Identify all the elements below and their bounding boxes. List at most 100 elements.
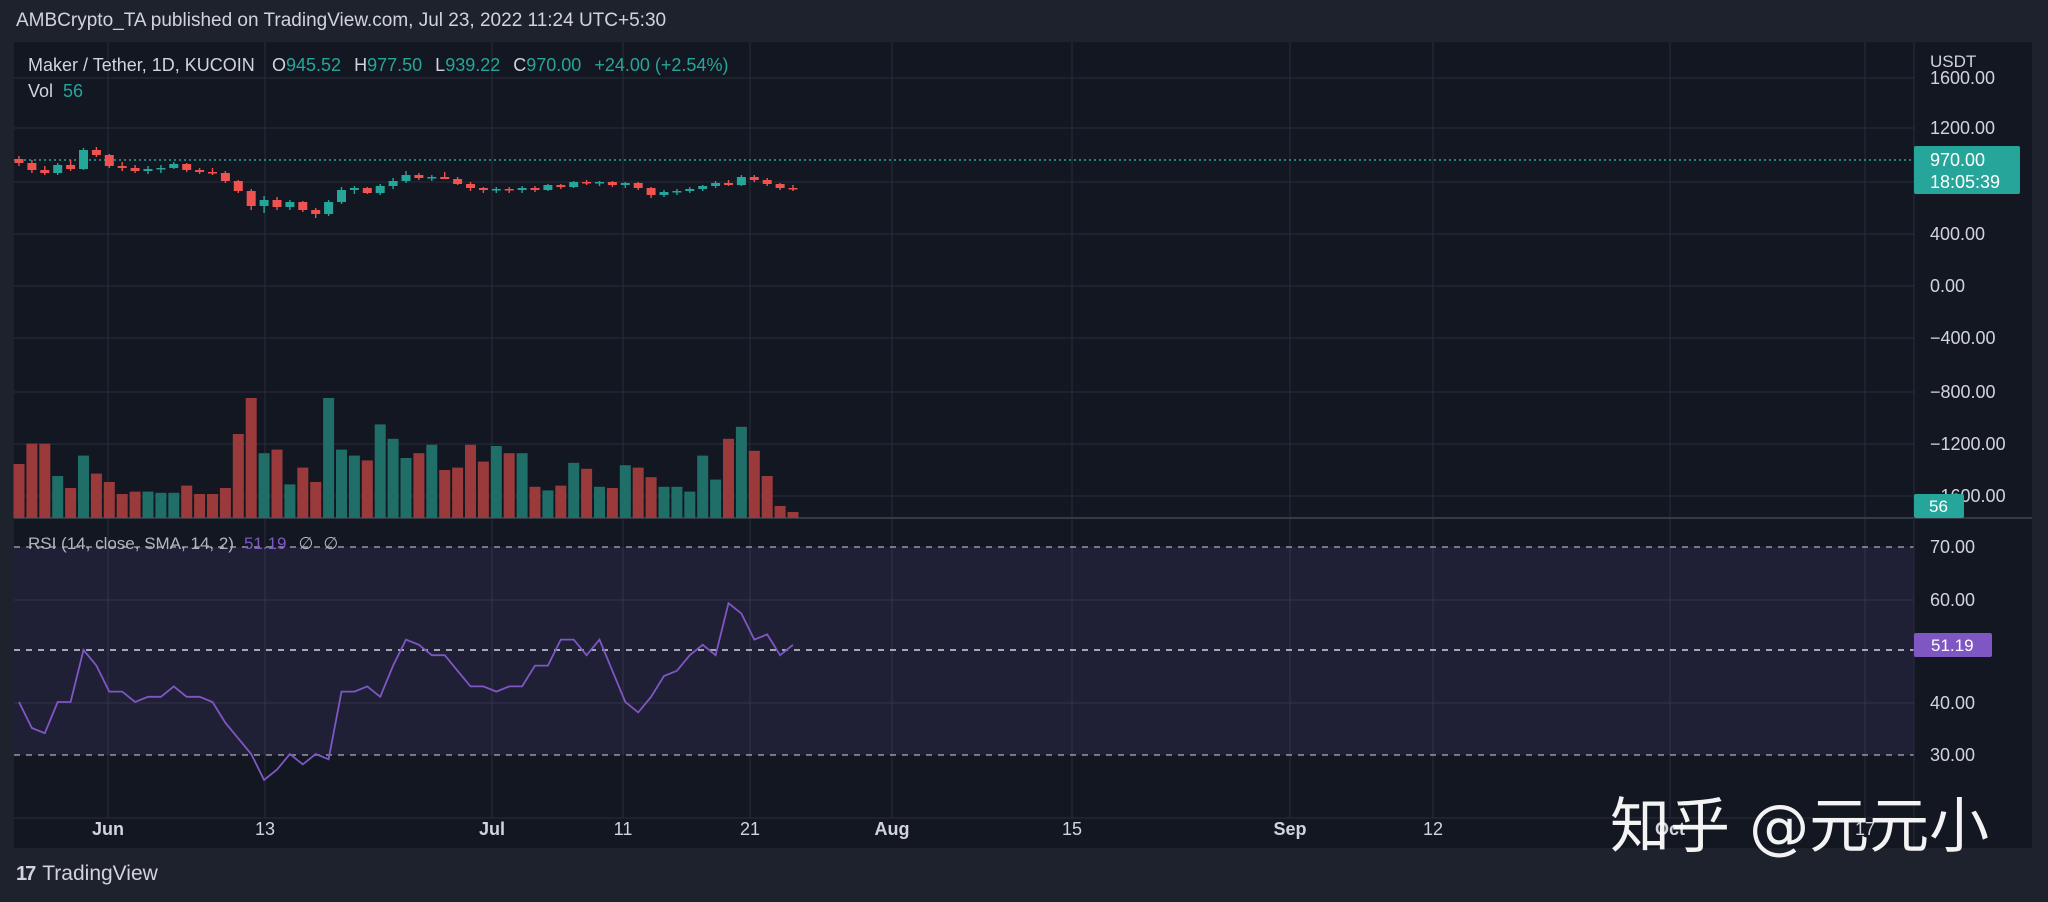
volume-bar (594, 486, 605, 518)
price-axis-unit: USDT (1930, 52, 1976, 71)
volume-bar (232, 434, 244, 518)
countdown-label: 18:05:39 (1930, 172, 2000, 192)
legend-symbol: Maker / Tether, 1D, KUCOIN (28, 55, 255, 75)
volume-bar (52, 476, 64, 518)
candle-body (672, 191, 682, 193)
volume-bar (297, 467, 309, 518)
time-axis-tick: Jul (479, 819, 505, 839)
candle-body (272, 200, 282, 207)
volume-bar (361, 460, 373, 518)
volume-bar (284, 484, 296, 518)
candle-body (517, 188, 527, 190)
volume-bar (671, 486, 683, 518)
legend-ohlc: O945.52 H977.50 L939.22 C970.00 +24.00 (… (272, 55, 728, 75)
volume-bar (245, 398, 257, 518)
candle-body (543, 185, 553, 190)
volume-bar (78, 455, 89, 518)
rsi-band (14, 547, 1914, 755)
volume-bar (142, 491, 154, 518)
volume-bar (348, 455, 360, 518)
volume-bar (194, 494, 206, 518)
chart-canvas[interactable]: 1600.00 1200.00 400.00 0.00 −400.00 −800.00 −1… (0, 0, 2048, 902)
time-axis-tick: Aug (875, 819, 910, 839)
candle-body (736, 177, 746, 185)
candle-body (646, 188, 656, 195)
candle-body (337, 190, 346, 202)
price-axis-tick: −1200.00 (1930, 434, 2006, 454)
candle-body (117, 166, 127, 168)
candle-body (27, 163, 37, 170)
candle-body (453, 179, 463, 184)
volume-bar (490, 446, 502, 518)
candle-body (556, 185, 566, 187)
price-axis-tick: 0.00 (1930, 276, 1965, 296)
candle-body (401, 175, 411, 181)
volume-bar (697, 455, 709, 518)
volume-bar (310, 482, 322, 518)
candle-body (246, 191, 256, 206)
candle-body (233, 181, 243, 191)
candle-body (14, 159, 24, 163)
candle-body (362, 188, 372, 193)
volume-bar (426, 444, 438, 518)
volume-bar (116, 494, 128, 518)
volume-bar (581, 468, 593, 518)
volume-bar (684, 491, 696, 518)
rsi-axis-tick: 40.00 (1930, 693, 1975, 713)
candle-body (698, 186, 708, 189)
candle-body (182, 164, 192, 170)
price-axis-tick: 400.00 (1930, 224, 1985, 244)
candle-body (104, 155, 114, 166)
volume-bar (65, 488, 77, 518)
candle-body (285, 202, 295, 207)
candle-body (491, 189, 501, 191)
candle-body (298, 202, 308, 210)
candle-body (208, 172, 217, 174)
candle-body (582, 182, 592, 184)
volume-bar (748, 450, 760, 518)
volume-bar (568, 462, 580, 518)
candle-body (749, 177, 759, 180)
volume-bar (516, 453, 528, 518)
candle-body (130, 168, 140, 171)
tradingview-mark-icon: 17 (16, 862, 36, 885)
candle-body (53, 165, 63, 173)
candle-body (143, 169, 153, 171)
candle-body (595, 182, 604, 184)
candle-body (311, 210, 321, 214)
price-axis-tick: −400.00 (1930, 328, 1996, 348)
volume-bar (723, 438, 734, 518)
volume-bar (400, 458, 412, 518)
candle-body (775, 184, 785, 188)
candle-body (504, 189, 514, 191)
volume-bar (439, 470, 451, 518)
candle-body (607, 182, 617, 185)
volume-bar (710, 479, 722, 518)
candle-body (414, 175, 424, 178)
volume-bar (735, 426, 747, 518)
volume-badge-label: 56 (1929, 497, 1948, 516)
volume-bar (645, 477, 657, 518)
time-axis-tick: Sep (1273, 819, 1306, 839)
volume-bar (503, 453, 515, 518)
candle-body (91, 150, 101, 155)
volume-bar (258, 453, 270, 518)
candle-body (169, 164, 179, 168)
candle-body (530, 188, 540, 190)
volume-bar (168, 492, 180, 518)
volume-bar (477, 461, 489, 518)
candle-body (466, 184, 475, 188)
volume-bar (529, 486, 541, 518)
tradingview-logo[interactable]: 17 TradingView (16, 862, 158, 886)
candle-body (659, 192, 669, 195)
time-axis-tick: 21 (740, 819, 760, 839)
volume-bar (555, 485, 567, 518)
volume-bar (129, 491, 141, 518)
last-price-label: 970.00 (1930, 150, 1985, 170)
volume-bar (90, 473, 102, 518)
volume-bar (323, 398, 335, 518)
volume-bar (26, 443, 38, 518)
volume-bar (155, 492, 167, 518)
rsi-axis-tick: 30.00 (1930, 745, 1975, 765)
candle-body (220, 173, 230, 181)
